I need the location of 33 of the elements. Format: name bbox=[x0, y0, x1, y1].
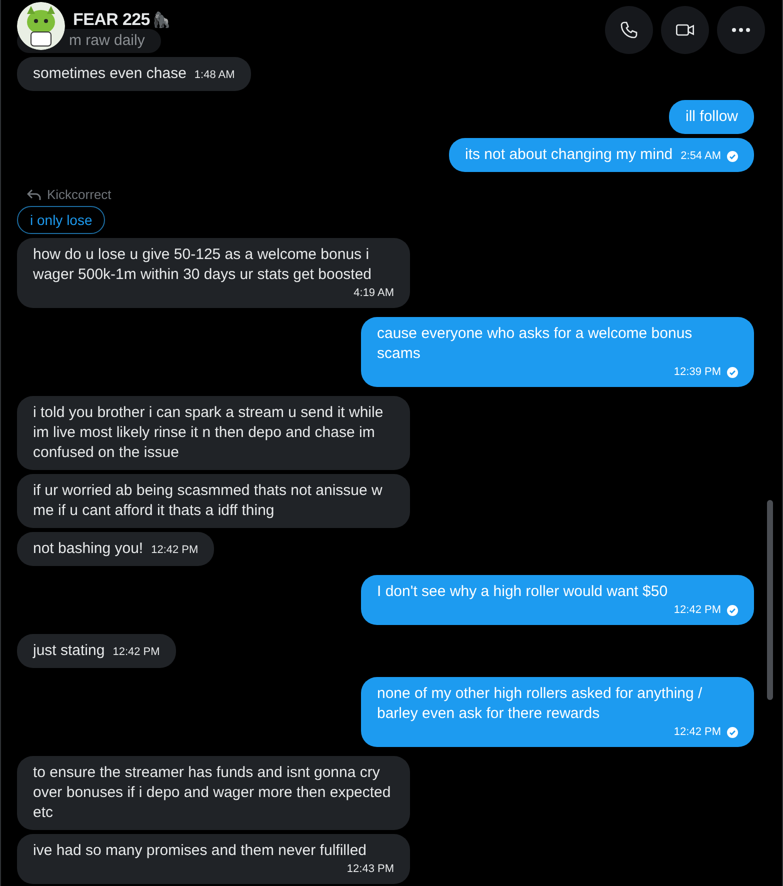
message-time: 4:19 AM bbox=[354, 286, 394, 301]
message-text: m raw daily bbox=[69, 31, 145, 51]
message-time: 12:42 PM bbox=[674, 725, 721, 740]
message-text: cause everyone who asks for a welcome bonus scams bbox=[377, 324, 694, 364]
message-text: ill follow bbox=[685, 107, 738, 127]
message-text: not bashing you! bbox=[33, 539, 144, 559]
gorilla-emoji: 🦍 bbox=[152, 11, 171, 29]
phone-icon bbox=[619, 20, 639, 40]
quoted-message[interactable]: i only lose bbox=[17, 206, 106, 234]
contact-name: FEAR 225 bbox=[73, 10, 150, 30]
message-time: 12:39 PM bbox=[674, 365, 721, 380]
message-text: how do u lose u give 50-125 as a welcome bonus i wager 500k-1m within 30 days ur stats get boosted bbox=[33, 245, 373, 285]
message-text: ive had so many promises and them never fulfilled bbox=[33, 841, 367, 861]
reply-author: Kickcorrect bbox=[47, 187, 112, 202]
message-text: I don't see why a high roller would want $50 bbox=[377, 582, 668, 602]
scrollbar-thumb[interactable] bbox=[767, 500, 773, 700]
reply-icon bbox=[27, 188, 41, 200]
call-button[interactable] bbox=[605, 6, 653, 54]
message-text: i told you brother i can spark a stream u send it while im live most likely rinse it n then depo and chase im confused on the issue bbox=[33, 403, 384, 463]
message-text: if ur worried ab being scasmmed thats not anissue w me if u cant afford it thats a idff thing bbox=[33, 481, 384, 521]
video-call-button[interactable] bbox=[661, 6, 709, 54]
message-time: 2:54 AM bbox=[680, 149, 721, 164]
message-text: to ensure the streamer has funds and isnt gonna cry over bonuses if i depo and wager more then expected etc bbox=[33, 763, 392, 823]
message-time: 12:43 PM bbox=[346, 862, 394, 877]
message-time: 12:42 PM bbox=[151, 543, 198, 558]
message-text: its not about changing my mind bbox=[465, 145, 673, 165]
message-text: sometimes even chase bbox=[33, 64, 186, 84]
message-text: just stating bbox=[33, 641, 105, 661]
message-time: 12:42 PM bbox=[674, 603, 721, 618]
message-text: none of my other high rollers asked for anything / barley even ask for there rewards bbox=[377, 684, 704, 724]
message-time: 1:48 AM bbox=[194, 68, 235, 83]
more-icon bbox=[731, 27, 751, 33]
message-time: 12:42 PM bbox=[112, 645, 160, 660]
